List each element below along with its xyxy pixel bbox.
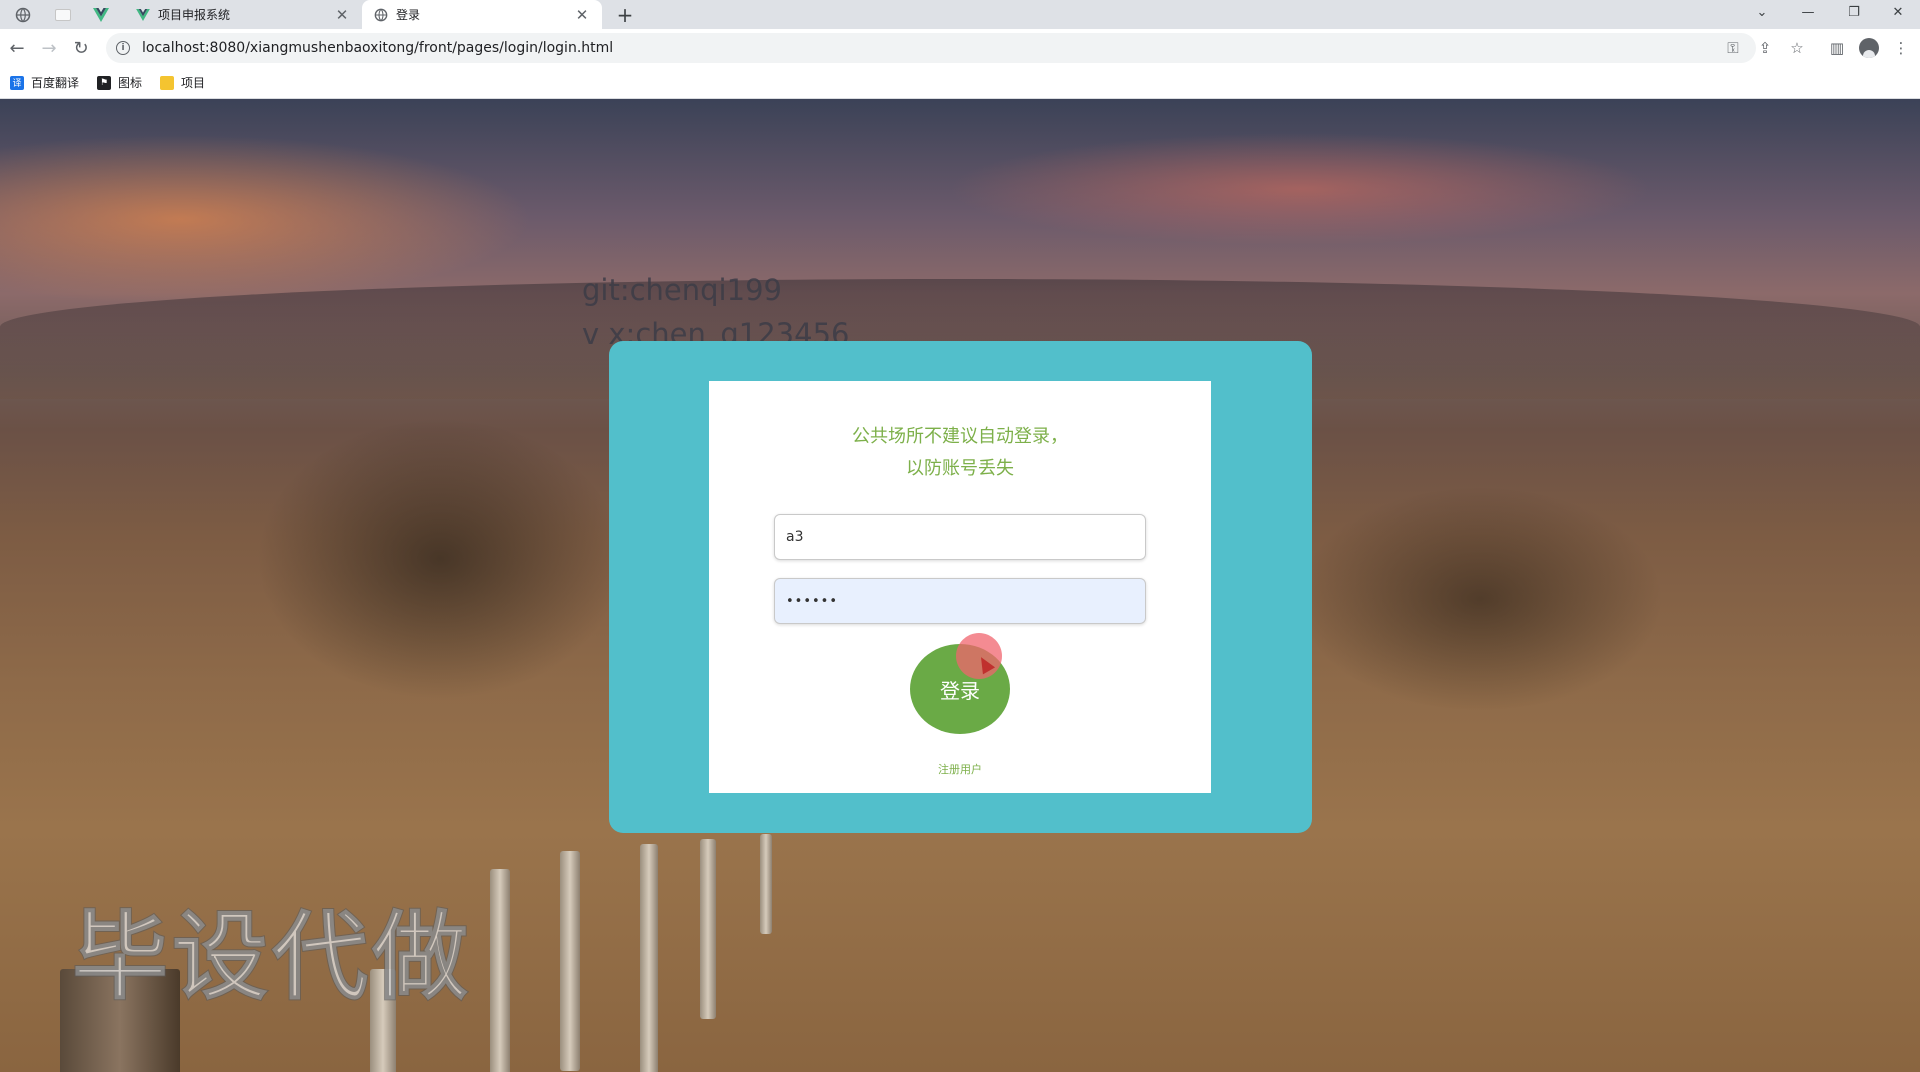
fence-post bbox=[560, 851, 580, 1071]
side-panel-icon[interactable]: ▥ bbox=[1824, 35, 1850, 61]
tab-project-system[interactable]: 项目申报系统 ✕ bbox=[124, 0, 362, 29]
login-form: 公共场所不建议自动登录，以防账号丢失 a3 •••••• 登录 注册用户 bbox=[709, 381, 1211, 793]
fence-post bbox=[760, 834, 772, 934]
bookmark-label: 图标 bbox=[118, 76, 143, 90]
register-link[interactable]: 注册用户 bbox=[709, 761, 1211, 777]
back-arrow-icon[interactable]: ← bbox=[4, 35, 30, 61]
vue-tab-icon[interactable] bbox=[86, 4, 116, 26]
bookmark-project-folder[interactable]: 项目 bbox=[160, 74, 205, 91]
close-icon[interactable]: ✕ bbox=[334, 6, 350, 24]
vue-icon bbox=[136, 8, 150, 21]
globe-icon bbox=[374, 8, 388, 21]
star-icon[interactable]: ☆ bbox=[1784, 35, 1810, 61]
profile-avatar-icon[interactable] bbox=[1856, 35, 1882, 61]
username-input[interactable]: a3 bbox=[774, 514, 1146, 560]
login-tip: 公共场所不建议自动登录，以防账号丢失 bbox=[852, 426, 1068, 479]
translate-icon: 译 bbox=[10, 75, 24, 90]
bookmark-label: 项目 bbox=[181, 76, 206, 90]
fence-post bbox=[700, 839, 716, 1019]
reload-icon[interactable]: ↻ bbox=[68, 35, 94, 61]
password-input[interactable]: •••••• bbox=[774, 578, 1146, 624]
tab-title: 登录 bbox=[396, 8, 421, 22]
url-text: localhost:8080/xiangmushenbaoxitong/fron… bbox=[142, 40, 614, 56]
share-icon[interactable]: ⇪ bbox=[1752, 35, 1778, 61]
tab-search-chevron-icon[interactable]: ⌄ bbox=[1740, 0, 1784, 24]
watermark-git: git:chenqi199 bbox=[582, 273, 782, 307]
globe-tab-icon[interactable] bbox=[8, 4, 38, 26]
fence-post bbox=[640, 844, 658, 1072]
minimize-icon[interactable]: — bbox=[1786, 0, 1830, 24]
blank-tab-icon[interactable] bbox=[48, 4, 78, 26]
bookmark-icons[interactable]: ⚑ 图标 bbox=[97, 74, 142, 91]
tab-title: 项目申报系统 bbox=[158, 8, 231, 22]
close-icon[interactable]: ✕ bbox=[574, 6, 590, 24]
more-menu-icon[interactable]: ⋮ bbox=[1888, 35, 1914, 61]
bookmarks-bar: 译 百度翻译 ⚑ 图标 项目 bbox=[0, 67, 1920, 99]
page-viewport: git:chenqi199 v x:chen_q123456 公共场所不建议自动… bbox=[0, 99, 1920, 1072]
bookmark-baidu-translate[interactable]: 译 百度翻译 bbox=[10, 74, 79, 91]
address-bar[interactable]: i localhost:8080/xiangmushenbaoxitong/fr… bbox=[106, 33, 1756, 63]
restore-icon[interactable]: ❐ bbox=[1832, 0, 1876, 24]
flag-icon: ⚑ bbox=[97, 75, 112, 90]
bookmark-label: 百度翻译 bbox=[31, 76, 80, 90]
new-tab-button[interactable]: + bbox=[612, 2, 638, 28]
folder-icon bbox=[160, 75, 175, 90]
forward-arrow-icon[interactable]: → bbox=[36, 35, 62, 61]
login-card: 公共场所不建议自动登录，以防账号丢失 a3 •••••• 登录 注册用户 bbox=[609, 341, 1312, 833]
browser-toolbar: ← → ↻ i localhost:8080/xiangmushenbaoxit… bbox=[0, 29, 1920, 67]
browser-tab-bar: 项目申报系统 ✕ 登录 ✕ + ⌄ — ❐ ✕ bbox=[0, 0, 1920, 29]
info-icon[interactable]: i bbox=[116, 41, 130, 55]
tab-login[interactable]: 登录 ✕ bbox=[362, 0, 602, 29]
key-icon[interactable]: ⚿ bbox=[1720, 35, 1746, 61]
close-window-icon[interactable]: ✕ bbox=[1876, 0, 1920, 24]
watermark-banner: 毕设代做 bbox=[71, 900, 472, 1014]
click-indicator bbox=[956, 633, 1002, 679]
fence-post bbox=[490, 869, 510, 1072]
